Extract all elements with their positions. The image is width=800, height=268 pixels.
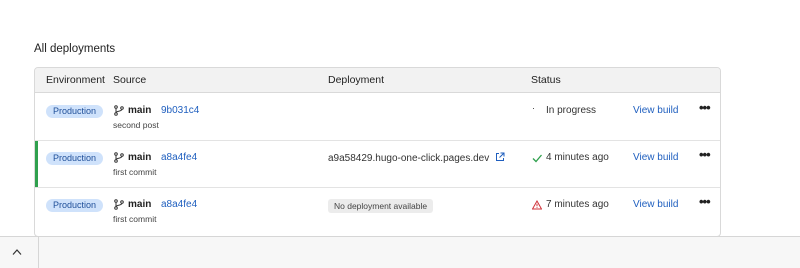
deployments-table: Environment Source Deployment Status Pro… [34, 67, 721, 237]
more-options-icon[interactable]: ••• [699, 194, 711, 209]
more-options-icon[interactable]: ••• [699, 147, 711, 162]
bottom-bar [0, 236, 800, 268]
commit-message: first commit [113, 214, 157, 224]
column-source: Source [113, 74, 147, 86]
branch-icon [114, 105, 124, 116]
check-icon [532, 154, 542, 163]
status-text: 7 minutes ago [546, 199, 609, 210]
commit-message: second post [113, 120, 159, 130]
branch-name: main [128, 105, 152, 116]
chevron-up-icon[interactable] [12, 248, 22, 256]
commit-hash-link[interactable]: 9b031c4 [161, 105, 199, 116]
commit-message: first commit [113, 167, 157, 177]
branch-icon [114, 199, 124, 210]
spinner-icon: · [532, 103, 535, 113]
branch-name: main [128, 199, 152, 210]
commit-hash-link[interactable]: a8a4fe4 [161, 199, 197, 210]
view-build-link[interactable]: View build [633, 152, 678, 163]
external-link-icon[interactable] [495, 152, 505, 162]
view-build-link[interactable]: View build [633, 105, 678, 116]
environment-badge: Production [46, 152, 104, 165]
table-row[interactable]: Production main a8a4fe4 first commit No … [35, 188, 720, 235]
view-build-link[interactable]: View build [633, 199, 678, 210]
section-title: All deployments [34, 43, 116, 55]
branch-name: main [128, 152, 152, 163]
commit-hash-link[interactable]: a8a4fe4 [161, 152, 197, 163]
deployment-url-link[interactable]: a9a58429.hugo-one-click.pages.dev [328, 153, 489, 164]
status-text: In progress [546, 105, 597, 116]
environment-badge: Production [46, 199, 104, 212]
status-text: 4 minutes ago [546, 152, 609, 163]
environment-badge: Production [46, 105, 104, 118]
divider [38, 237, 39, 268]
table-row[interactable]: Production main 9b031c4 second post · In… [35, 94, 720, 141]
column-status: Status [531, 74, 561, 86]
column-deployment: Deployment [328, 74, 385, 86]
more-options-icon[interactable]: ••• [699, 100, 711, 115]
table-header: Environment Source Deployment Status [35, 68, 720, 93]
table-row[interactable]: Production main a8a4fe4 first commit a9a… [35, 141, 720, 188]
column-environment: Environment [46, 74, 105, 86]
warning-icon [532, 200, 542, 210]
branch-icon [114, 152, 124, 163]
no-deployment-badge: No deployment available [328, 199, 434, 213]
